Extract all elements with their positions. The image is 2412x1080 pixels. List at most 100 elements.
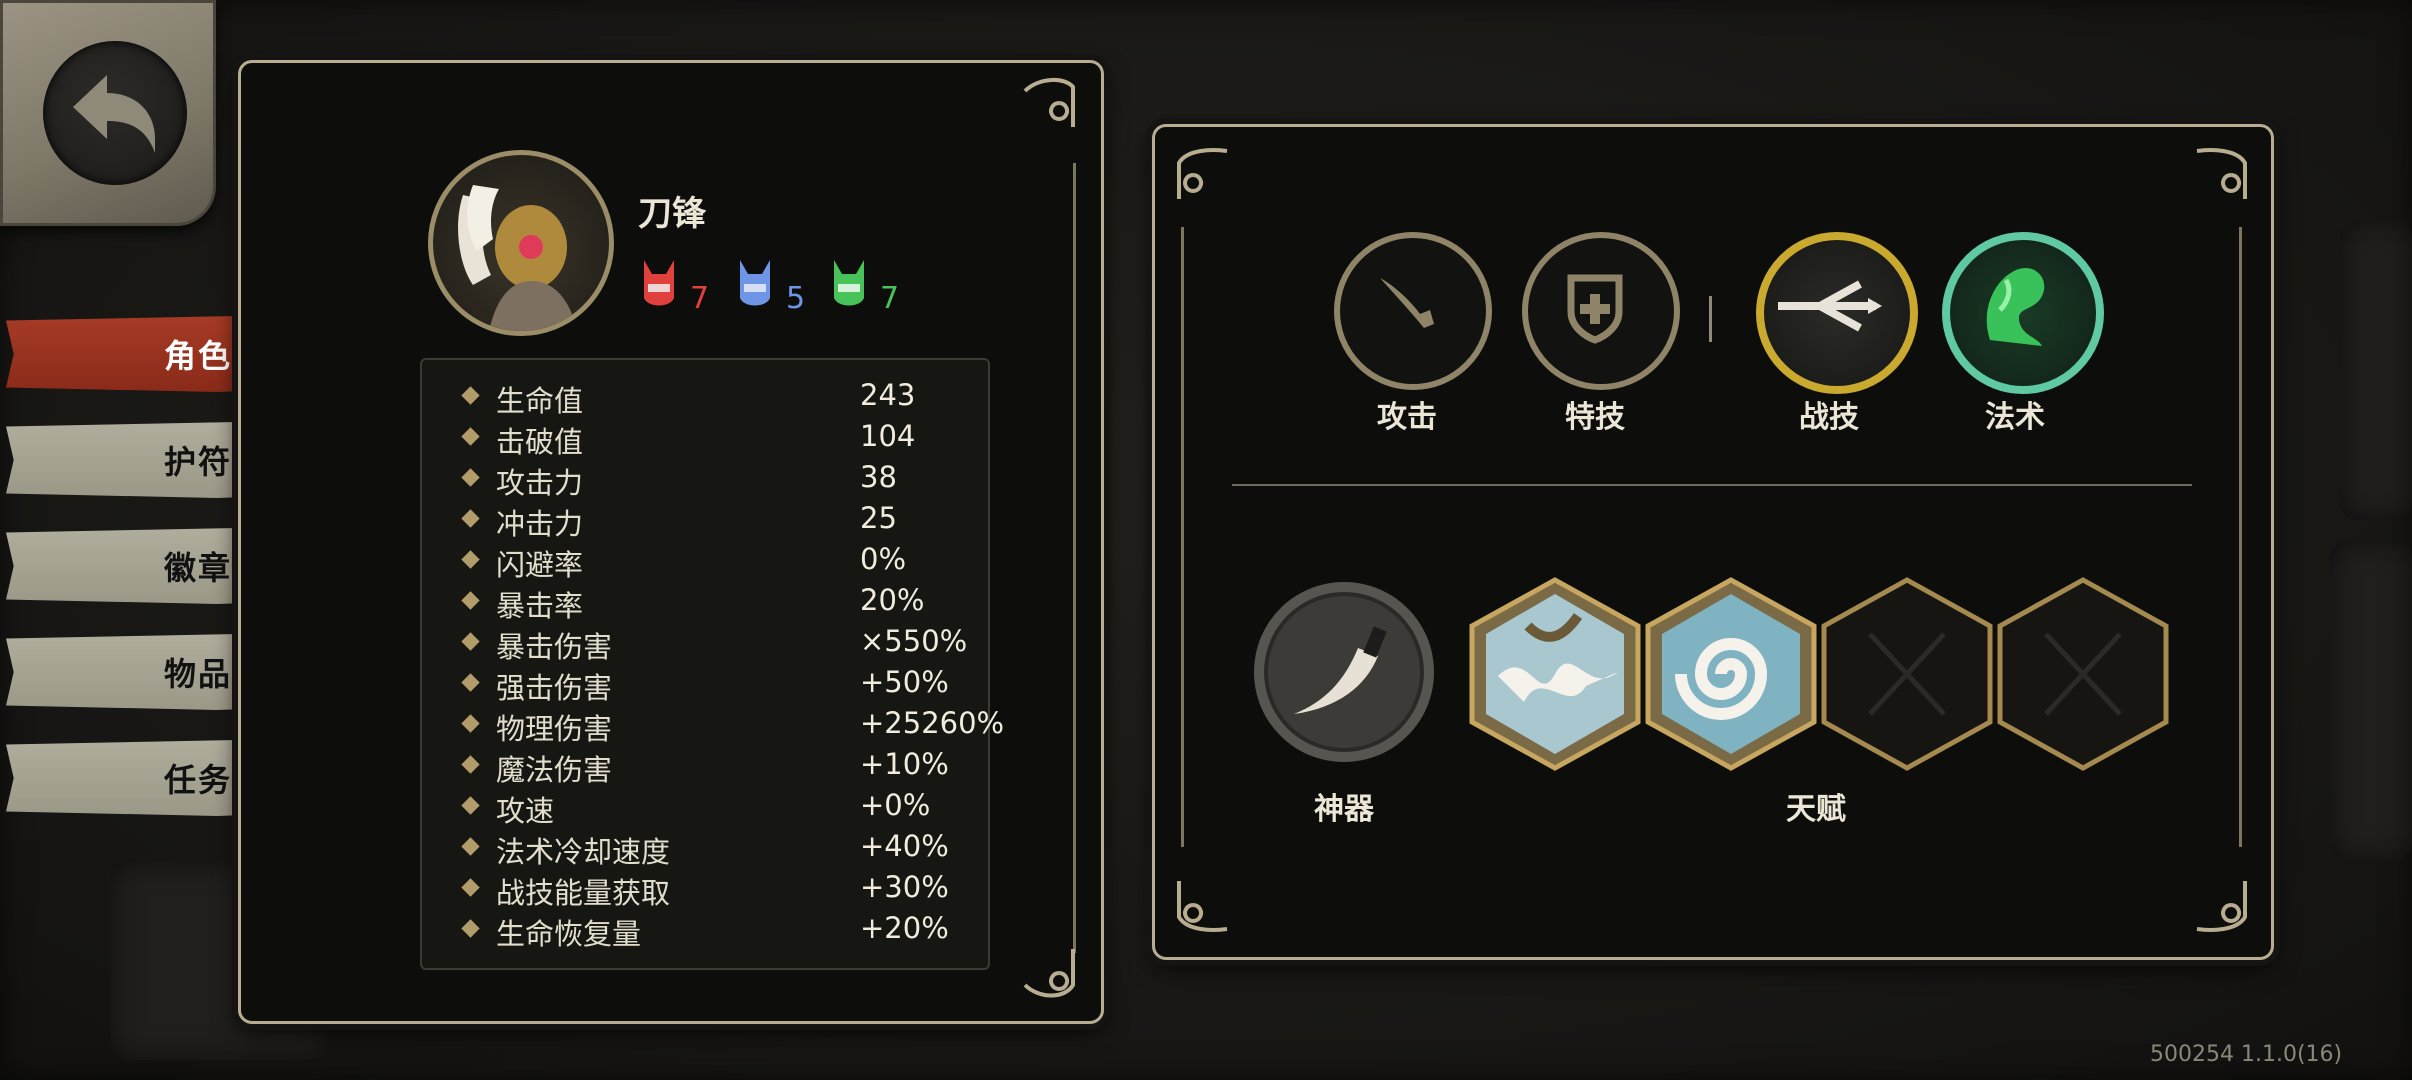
diamond-bullet-icon <box>461 755 480 774</box>
trident-icon <box>1778 280 1882 332</box>
stat-value: +40% <box>860 829 949 863</box>
character-portrait[interactable] <box>428 150 614 336</box>
red-mask-count: 7 <box>690 281 710 316</box>
stat-label: 生命恢复量 <box>496 917 642 951</box>
stat-row: 魔法伤害 +10% <box>422 745 988 787</box>
corner-ornament-icon <box>1177 148 1228 199</box>
diamond-bullet-icon <box>461 796 480 815</box>
skill-spell-button[interactable] <box>1942 232 2104 394</box>
stat-row: 战技能量获取 +30% <box>422 868 988 910</box>
stat-label: 魔法伤害 <box>496 753 613 787</box>
stat-label: 物理伤害 <box>496 712 613 746</box>
skill-special-label: 特技 <box>1565 400 1625 435</box>
stat-row: 击破值 104 <box>422 417 988 459</box>
stat-row: 暴击率 20% <box>422 581 988 623</box>
skills-panel <box>1152 124 2274 960</box>
character-avatar-icon <box>458 185 577 331</box>
stat-value: +10% <box>860 747 949 781</box>
tab-badge-label: 徽章 <box>163 549 232 587</box>
diamond-bullet-icon <box>461 427 480 446</box>
panel-side-line <box>2239 227 2242 847</box>
stat-row: 攻速 +0% <box>422 786 988 828</box>
stat-row: 生命恢复量 +20% <box>422 909 988 951</box>
diamond-bullet-icon <box>461 550 480 569</box>
stat-label: 暴击率 <box>496 589 584 623</box>
green-spirit-icon <box>1986 268 2045 346</box>
stat-value: +20% <box>860 911 949 945</box>
tab-amulet-label: 护符 <box>163 443 232 481</box>
corner-ornament-icon <box>2196 881 2247 932</box>
skill-special-button[interactable] <box>1522 232 1680 390</box>
background-slab <box>2340 220 2412 520</box>
artifact-slot[interactable] <box>1254 582 1434 762</box>
background-slab <box>2330 540 2412 860</box>
stat-label: 强击伤害 <box>496 671 613 705</box>
blue-mask-counter: 5 <box>736 258 805 314</box>
stat-row: 生命值 243 <box>422 376 988 418</box>
stat-row: 物理伤害 +25260% <box>422 704 1004 746</box>
shield-icon <box>1567 274 1623 344</box>
stat-value: 38 <box>860 460 897 494</box>
stat-label: 生命值 <box>496 384 584 418</box>
sword-icon <box>1380 278 1434 328</box>
stat-label: 法术冷却速度 <box>496 835 671 869</box>
green-mask-icon <box>834 260 864 306</box>
diamond-bullet-icon <box>461 591 480 610</box>
stat-row: 法术冷却速度 +40% <box>422 827 988 869</box>
diamond-bullet-icon <box>461 386 480 405</box>
talent-label: 天赋 <box>1786 792 1846 827</box>
skill-combat-button[interactable] <box>1756 232 1918 394</box>
stat-row: 攻击力 38 <box>422 458 988 500</box>
talent-slot-vortex-icon[interactable] <box>1644 576 1818 772</box>
talent-slot-storm-icon[interactable] <box>1468 576 1642 772</box>
stat-label: 击破值 <box>496 425 584 459</box>
stat-label: 攻击力 <box>496 466 584 500</box>
green-mask-count: 7 <box>880 281 900 316</box>
green-mask-counter: 7 <box>830 258 899 314</box>
stat-label: 暴击伤害 <box>496 630 613 664</box>
stat-row: 冲击力 25 <box>422 499 988 541</box>
diamond-bullet-icon <box>461 673 480 692</box>
diamond-bullet-icon <box>461 919 480 938</box>
tab-character-label: 角色 <box>163 337 232 375</box>
skill-spell-label: 法术 <box>1985 400 2045 435</box>
diamond-bullet-icon <box>461 468 480 487</box>
blue-mask-count: 5 <box>786 281 806 316</box>
corner-ornament-icon <box>1023 949 1075 998</box>
tab-quests-label: 任务 <box>163 761 232 799</box>
stat-row: 闪避率 0% <box>422 540 988 582</box>
stats-list: 生命值 243 击破值 104 攻击力 38 冲击力 25 闪避率 0% 暴击率 20% 暴… <box>420 358 1004 970</box>
diamond-bullet-icon <box>461 878 480 897</box>
tab-items-label: 物品 <box>163 655 232 693</box>
stat-value: +50% <box>860 665 949 699</box>
skill-attack-label: 攻击 <box>1377 400 1437 435</box>
stat-row: 强击伤害 +50% <box>422 663 988 705</box>
skills-divider <box>1232 484 2192 486</box>
diamond-bullet-icon <box>461 632 480 651</box>
stat-value: 0% <box>860 542 907 576</box>
stat-value: 104 <box>860 419 916 453</box>
talent-slot-empty-icon[interactable] <box>1820 576 1994 772</box>
red-mask-icon <box>644 260 674 306</box>
stat-value: +0% <box>860 788 931 822</box>
skill-separator <box>1709 296 1712 342</box>
panel-side-line <box>1073 163 1076 953</box>
back-arrow-icon <box>73 75 155 153</box>
stat-label: 冲击力 <box>496 507 584 541</box>
talent-slot-empty-icon[interactable] <box>1996 576 2170 772</box>
artifact-label: 神器 <box>1314 792 1374 827</box>
stat-label: 战技能量获取 <box>496 876 671 910</box>
diamond-bullet-icon <box>461 509 480 528</box>
diamond-bullet-icon <box>461 837 480 856</box>
corner-ornament-icon <box>1023 78 1075 127</box>
back-button[interactable] <box>0 0 216 226</box>
stat-value: 243 <box>860 378 916 412</box>
stat-value: +25260% <box>860 706 1005 740</box>
stat-value: 20% <box>860 583 925 617</box>
skill-attack-button[interactable] <box>1334 232 1492 390</box>
version-text: 500254 1.1.0(16) <box>2150 1042 2343 1067</box>
panel-side-line <box>1181 227 1184 847</box>
stat-value: ×550% <box>860 624 968 658</box>
diamond-bullet-icon <box>461 714 480 733</box>
stat-row: 暴击伤害 ×550% <box>422 622 988 664</box>
